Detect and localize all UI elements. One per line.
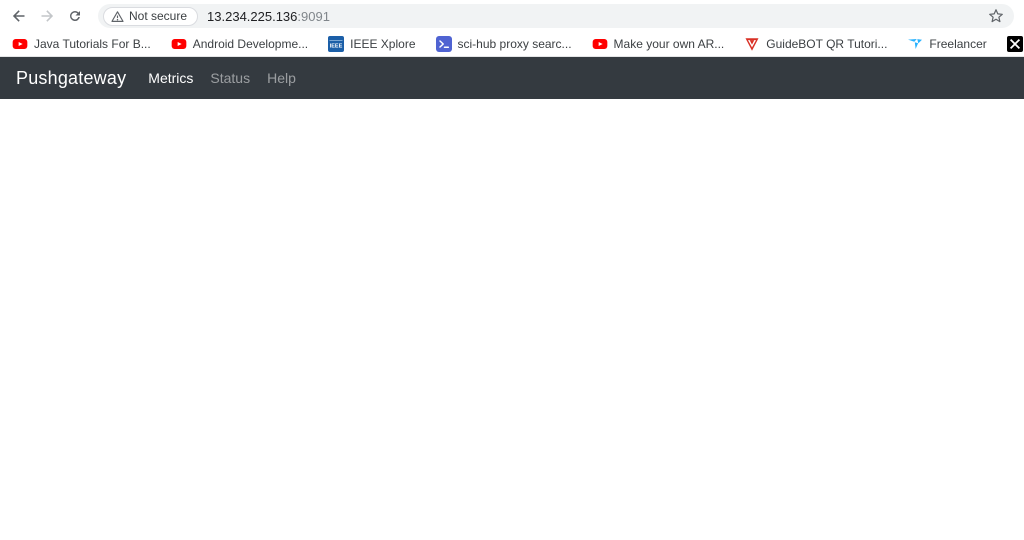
bookmark-label: Freelancer [929, 37, 986, 51]
forward-arrow-icon [39, 8, 55, 24]
freelancer-bird-icon [907, 36, 923, 52]
bookmark-scihub-proxy[interactable]: sci-hub proxy searc... [436, 36, 572, 52]
bookmark-android-development[interactable]: Android Developme... [171, 36, 308, 52]
bookmark-make-your-own-ar[interactable]: Make your own AR... [592, 36, 725, 52]
bookmark-label: GuideBOT QR Tutori... [766, 37, 887, 51]
bookmark-label: Android Developme... [193, 37, 308, 51]
url-host: 13.234.225.136 [207, 9, 297, 24]
ieee-icon: IEEE [328, 36, 344, 52]
forward-button[interactable] [34, 3, 60, 29]
app-navbar: Pushgateway Metrics Status Help [0, 57, 1024, 99]
bookmark-guidebot-qr[interactable]: GuideBOT QR Tutori... [744, 36, 887, 52]
terminal-icon [436, 36, 452, 52]
youtube-icon [592, 36, 608, 52]
nav-link-metrics[interactable]: Metrics [148, 70, 193, 86]
address-bar[interactable]: Not secure 13.234.225.136:9091 [98, 4, 1014, 28]
youtube-icon [171, 36, 187, 52]
bookmark-label: Make your own AR... [614, 37, 725, 51]
youtube-icon [12, 36, 28, 52]
black-x-icon [1007, 36, 1023, 52]
reload-icon [67, 8, 83, 24]
back-button[interactable] [6, 3, 32, 29]
reload-button[interactable] [62, 3, 88, 29]
page-content [0, 99, 1024, 539]
url-text: 13.234.225.136:9091 [207, 9, 977, 24]
bookmark-freelancer[interactable]: Freelancer [907, 36, 986, 52]
security-chip[interactable]: Not secure [103, 7, 198, 26]
nav-link-status[interactable]: Status [210, 70, 250, 86]
svg-text:IEEE: IEEE [330, 44, 343, 50]
bookmark-label: IEEE Xplore [350, 37, 415, 51]
bookmark-gmail[interactable]: Gmail [1007, 36, 1024, 52]
bookmark-label: sci-hub proxy searc... [458, 37, 572, 51]
bookmark-java-tutorials[interactable]: Java Tutorials For B... [12, 36, 151, 52]
bookmarks-bar: Java Tutorials For B... Android Developm… [0, 32, 1024, 57]
warning-triangle-icon [111, 10, 124, 23]
brand-pushgateway[interactable]: Pushgateway [16, 68, 126, 89]
nav-link-help[interactable]: Help [267, 70, 296, 86]
red-shield-v-icon [744, 36, 760, 52]
back-arrow-icon [11, 8, 27, 24]
bookmark-star-button[interactable] [986, 6, 1006, 26]
bookmark-label: Java Tutorials For B... [34, 37, 151, 51]
bookmark-ieee-xplore[interactable]: IEEE IEEE Xplore [328, 36, 415, 52]
browser-toolbar: Not secure 13.234.225.136:9091 [0, 0, 1024, 32]
star-icon [988, 8, 1004, 24]
security-label: Not secure [129, 9, 187, 23]
url-port: :9091 [297, 9, 330, 24]
